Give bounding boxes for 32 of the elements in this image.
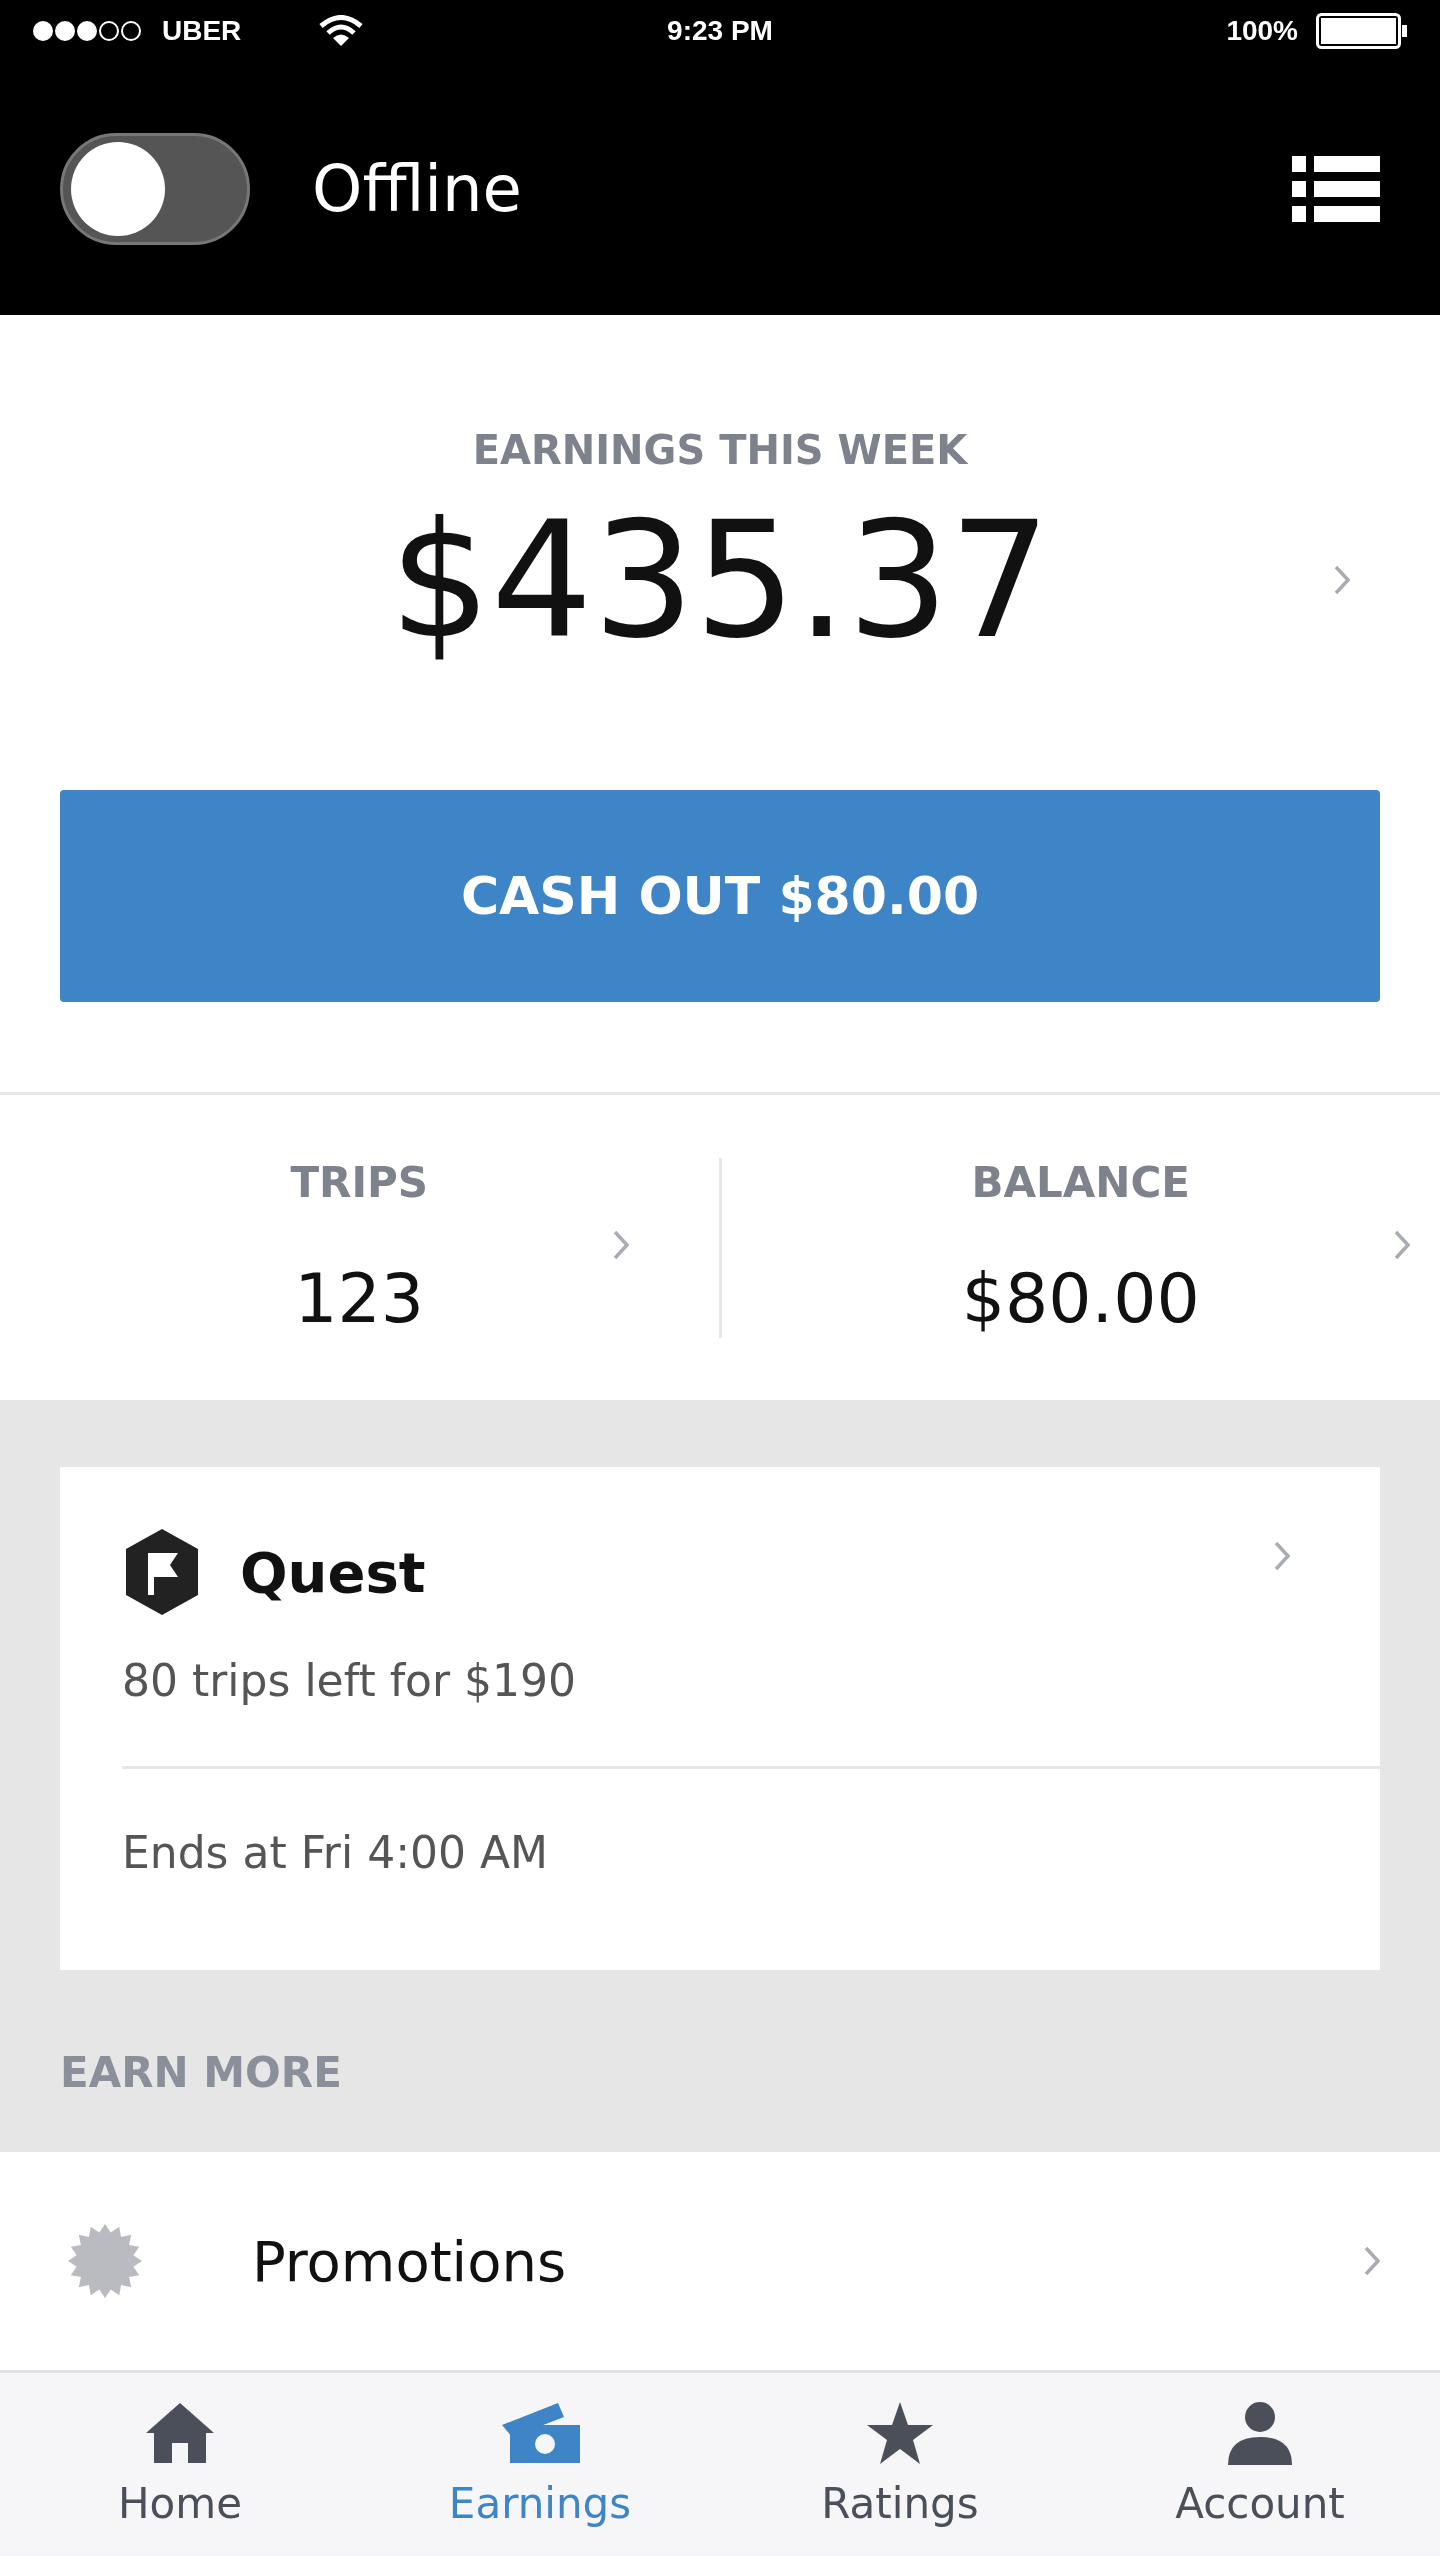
chevron-icon[interactable] [1334,565,1350,595]
quest-title: Quest [240,1539,427,1605]
chevron-icon[interactable] [1274,1541,1290,1571]
promotions-link[interactable]: Promotions [252,2228,1364,2294]
chevron-icon[interactable] [612,1229,629,1260]
earnings-amount: $435.37 [389,491,1051,671]
quest-end-time: Ends at Fri 4:00 AM [122,1827,549,1878]
chevron-icon[interactable] [1394,1229,1410,1260]
wifi-icon [319,15,364,47]
section-heading: EARN MORE [60,2048,343,2097]
cash-out-button[interactable]: CASH OUT $80.00 [60,790,1380,1002]
driver-status: Offline [312,151,523,226]
star-icon [866,2401,934,2465]
tab[interactable]: Home [0,2373,360,2556]
tab[interactable]: Ratings [720,2373,1080,2556]
battery-icon [1316,13,1408,49]
battery-percent: 100% [1226,15,1298,47]
earnings-label: EARNINGS THIS WEEK [472,426,968,475]
status-time: 9:23 PM [667,15,773,47]
person-icon [1226,2401,1294,2465]
stat-value: $80.00 [961,1258,1200,1338]
tab[interactable]: Earnings [360,2373,720,2556]
carrier-name: UBER [162,15,242,47]
badge-icon [68,2224,142,2298]
tab[interactable]: Account [1080,2373,1440,2556]
stat-label: BALANCE [971,1157,1190,1207]
stat-label: TRIPS [290,1157,429,1207]
menu-icon[interactable] [1292,155,1380,222]
stat-value: 123 [294,1258,425,1338]
home-icon [144,2401,216,2465]
signal-icon [32,20,144,42]
chevron-icon[interactable] [1364,2246,1380,2276]
